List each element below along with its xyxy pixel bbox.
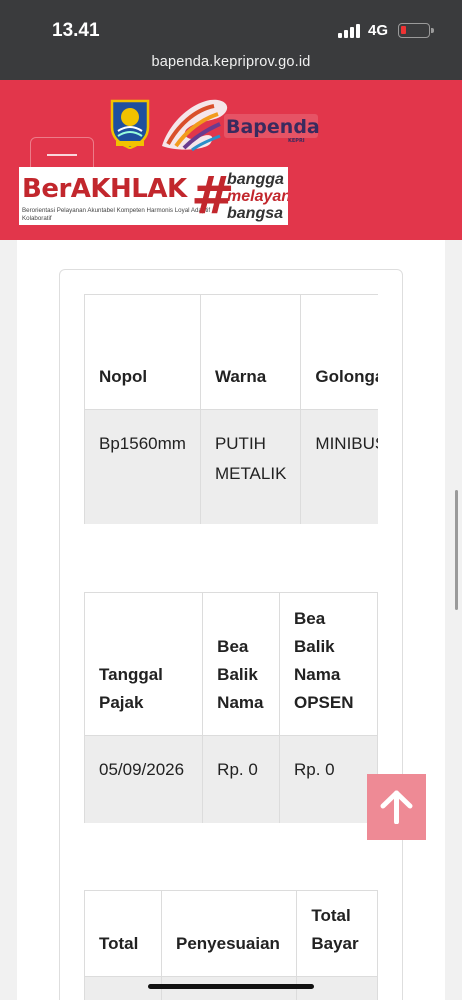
banner-word: BerAKHLAK — [22, 174, 187, 204]
bapenda-logo-text: Bapenda — [226, 116, 320, 138]
table-cell: Bp1560mm — [84, 409, 201, 524]
browser-url-bar[interactable]: bapenda.kepriprov.go.id — [0, 48, 462, 80]
table-header: Golongan — [300, 294, 378, 410]
province-emblem-icon — [110, 99, 150, 149]
table-header: Bea Balik Nama — [202, 592, 280, 736]
scroll-to-top-button[interactable] — [367, 774, 426, 840]
arrow-up-icon — [380, 790, 413, 824]
table-header: Tanggal Pajak — [84, 592, 204, 736]
status-bar: 13.41 4G — [0, 0, 462, 48]
table-cell: 05/09/2026 — [84, 735, 204, 823]
status-time: 13.41 — [52, 20, 100, 41]
table-header: Total — [84, 890, 162, 977]
table-cell: Rp. 0 — [202, 735, 280, 823]
table-cell: MINIBUS — [300, 409, 378, 524]
banner-motto: bangga melayani bangsa — [227, 171, 288, 222]
home-indicator[interactable] — [148, 984, 314, 989]
network-type: 4G — [368, 22, 389, 39]
table-row: 05/09/2026 Rp. 0 Rp. 0 — [84, 735, 378, 823]
tax-date-table[interactable]: Tanggal Pajak Bea Balik Nama Bea Balik N… — [84, 592, 378, 823]
bapenda-logo-subtext: KEPRI — [288, 138, 305, 144]
motto-line-3: bangsa — [227, 205, 284, 222]
page-scrollbar[interactable] — [455, 490, 458, 610]
bapenda-logo: Bapenda KEPRI — [162, 99, 320, 152]
table-header: Warna — [199, 294, 302, 410]
table-cell: PUTIH METALIK — [199, 409, 302, 524]
battery-low-icon — [398, 23, 434, 38]
vehicle-table[interactable]: Nopol Warna Golongan Bp1560mm PUTIH META… — [84, 294, 378, 524]
berakhlak-banner: BerAKHLAK Berorientasi Pelayanan Akuntab… — [19, 167, 288, 225]
motto-line-2: melayani — [227, 188, 288, 205]
motto-line-1: bangga — [227, 171, 284, 188]
cellular-signal-icon — [338, 24, 360, 38]
url-text: bapenda.kepriprov.go.id — [151, 54, 311, 70]
site-header: Bapenda KEPRI BerAKHLAK Berorientasi Pel… — [0, 80, 462, 240]
table-header: Bea Balik Nama OPSEN — [279, 592, 378, 736]
banner-tagline: Berorientasi Pelayanan Akuntabel Kompete… — [22, 207, 211, 222]
table-cell: Rp. 0 — [279, 735, 378, 823]
table-row: Bp1560mm PUTIH METALIK MINIBUS — [84, 409, 378, 524]
table-header: Penyesuaian — [160, 890, 298, 977]
table-header: Total Bayar — [296, 890, 378, 977]
table-header: Nopol — [84, 294, 201, 410]
